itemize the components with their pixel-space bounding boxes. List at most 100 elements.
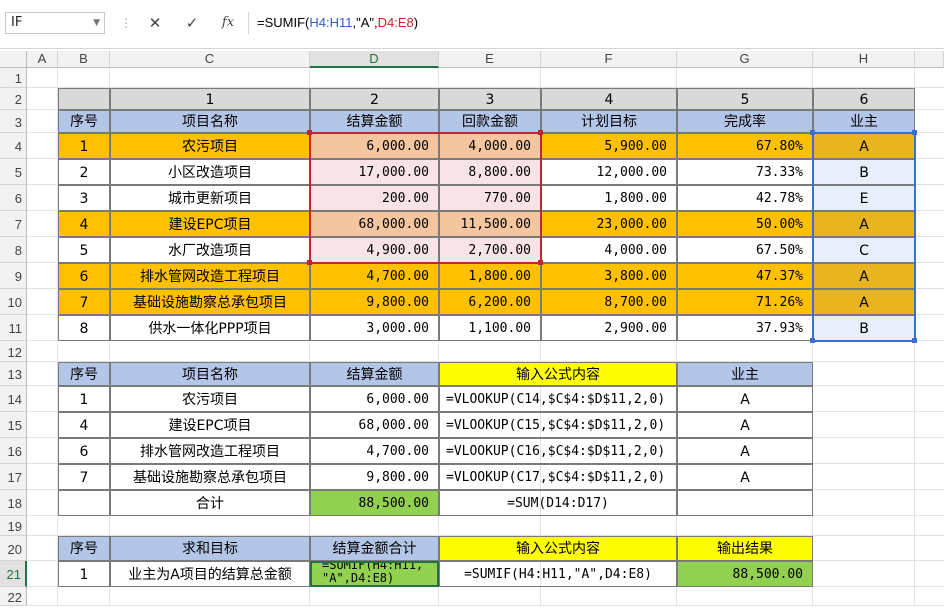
row-header-17[interactable]: 17: [0, 464, 27, 490]
table-header-cell[interactable]: 业主: [813, 110, 915, 133]
table-cell[interactable]: A: [677, 438, 813, 464]
table-cell[interactable]: 1: [58, 386, 110, 412]
table-cell[interactable]: 71.26%: [677, 289, 813, 315]
table-cell[interactable]: 农污项目: [110, 386, 310, 412]
table-header-cell[interactable]: 结算金额: [310, 110, 439, 133]
active-edit-cell[interactable]: =SUMIF(H4:H11, "A",D4:E8): [310, 561, 439, 587]
chevron-down-icon[interactable]: ▼: [93, 13, 100, 33]
index-cell[interactable]: 5: [677, 88, 813, 110]
table-cell[interactable]: 基础设施勘察总承包项目: [110, 464, 310, 490]
table-header-cell[interactable]: 结算金额合计: [310, 536, 439, 561]
table-header-cell[interactable]: 序号: [58, 110, 110, 133]
table-cell[interactable]: 67.50%: [677, 237, 813, 263]
table-cell[interactable]: 67.80%: [677, 133, 813, 159]
project-name-cell[interactable]: 供水一体化PPP项目: [110, 315, 310, 341]
table-cell[interactable]: 排水管网改造工程项目: [110, 438, 310, 464]
table-cell[interactable]: 6,200.00: [439, 289, 541, 315]
table-cell[interactable]: 8,800.00: [439, 159, 541, 185]
insert-function-icon[interactable]: fx: [216, 12, 240, 34]
table-cell[interactable]: 11,500.00: [439, 211, 541, 237]
table-cell[interactable]: 5: [58, 237, 110, 263]
project-name-cell[interactable]: 建设EPC项目: [110, 211, 310, 237]
more-options-icon[interactable]: ⋮: [120, 13, 132, 33]
row-header-8[interactable]: 8: [0, 237, 27, 263]
table-cell[interactable]: =VLOOKUP(C14,$C$4:$D$11,2,0): [439, 386, 677, 412]
table-cell[interactable]: 1: [58, 561, 110, 587]
table-cell[interactable]: B: [813, 159, 915, 185]
row-header-18[interactable]: 18: [0, 490, 27, 516]
row-header-20[interactable]: 20: [0, 536, 27, 561]
row-header-14[interactable]: 14: [0, 386, 27, 412]
table-cell[interactable]: 17,000.00: [310, 159, 439, 185]
project-name-cell[interactable]: 水厂改造项目: [110, 237, 310, 263]
index-cell[interactable]: [58, 88, 110, 110]
table-cell[interactable]: 9,800.00: [310, 464, 439, 490]
table-cell[interactable]: 4,000.00: [541, 237, 677, 263]
column-header-e[interactable]: E: [439, 51, 541, 68]
row-header-2[interactable]: 2: [0, 88, 27, 110]
row-header-10[interactable]: 10: [0, 289, 27, 315]
table-cell[interactable]: 1: [58, 133, 110, 159]
table-cell[interactable]: 1,100.00: [439, 315, 541, 341]
selection-handle[interactable]: [912, 338, 917, 343]
table-header-cell[interactable]: 输入公式内容: [439, 536, 677, 561]
row-header-21[interactable]: 21: [0, 561, 27, 587]
table-cell[interactable]: 6: [58, 263, 110, 289]
project-name-cell[interactable]: 城市更新项目: [110, 185, 310, 211]
column-header-d[interactable]: D: [310, 51, 439, 68]
table-header-cell[interactable]: 项目名称: [110, 362, 310, 386]
output-result-cell[interactable]: 88,500.00: [677, 561, 813, 587]
table-header-cell[interactable]: 输入公式内容: [439, 362, 677, 386]
table-header-cell[interactable]: 计划目标: [541, 110, 677, 133]
table-cell[interactable]: 1,800.00: [439, 263, 541, 289]
table-cell[interactable]: =VLOOKUP(C16,$C$4:$D$11,2,0): [439, 438, 677, 464]
selection-handle[interactable]: [307, 260, 312, 265]
project-name-cell[interactable]: 基础设施勘察总承包项目: [110, 289, 310, 315]
table-header-cell[interactable]: 序号: [58, 536, 110, 561]
selection-handle[interactable]: [912, 130, 917, 135]
total-formula[interactable]: =SUM(D14:D17): [439, 490, 677, 516]
project-name-cell[interactable]: 农污项目: [110, 133, 310, 159]
table-cell[interactable]: 3: [58, 185, 110, 211]
project-name-cell[interactable]: 小区改造项目: [110, 159, 310, 185]
table-cell[interactable]: 2,700.00: [439, 237, 541, 263]
index-cell[interactable]: 6: [813, 88, 915, 110]
selection-handle[interactable]: [810, 338, 815, 343]
table-cell[interactable]: A: [813, 289, 915, 315]
row-header-1[interactable]: 1: [0, 68, 27, 88]
table-header-cell[interactable]: 结算金额: [310, 362, 439, 386]
table-header-cell[interactable]: 输出结果: [677, 536, 813, 561]
column-header-f[interactable]: F: [541, 51, 677, 68]
table-cell[interactable]: 47.37%: [677, 263, 813, 289]
table-header-cell[interactable]: 业主: [677, 362, 813, 386]
table-cell[interactable]: 73.33%: [677, 159, 813, 185]
project-name-cell[interactable]: 排水管网改造工程项目: [110, 263, 310, 289]
row-header-9[interactable]: 9: [0, 263, 27, 289]
table-cell[interactable]: 6: [58, 438, 110, 464]
table-cell[interactable]: A: [813, 133, 915, 159]
table-cell[interactable]: 4,700.00: [310, 438, 439, 464]
table-header-cell[interactable]: 回款金额: [439, 110, 541, 133]
table-cell[interactable]: 2: [58, 159, 110, 185]
row-header-19[interactable]: 19: [0, 516, 27, 536]
table-cell[interactable]: A: [677, 464, 813, 490]
table-cell[interactable]: 1,800.00: [541, 185, 677, 211]
column-header-c[interactable]: C: [110, 51, 310, 68]
table-cell[interactable]: [677, 490, 813, 516]
total-value[interactable]: 88,500.00: [310, 490, 439, 516]
total-label[interactable]: 合计: [110, 490, 310, 516]
row-header-13[interactable]: 13: [0, 362, 27, 386]
row-header-11[interactable]: 11: [0, 315, 27, 341]
table-cell[interactable]: B: [813, 315, 915, 341]
row-header-7[interactable]: 7: [0, 211, 27, 237]
table-cell[interactable]: 建设EPC项目: [110, 412, 310, 438]
table-cell[interactable]: 8,700.00: [541, 289, 677, 315]
table-cell[interactable]: A: [677, 386, 813, 412]
table-cell[interactable]: 8: [58, 315, 110, 341]
table-cell[interactable]: 4,700.00: [310, 263, 439, 289]
table-cell[interactable]: A: [813, 211, 915, 237]
selection-handle[interactable]: [538, 260, 543, 265]
table-cell[interactable]: 业主为A项目的结算总金额: [110, 561, 310, 587]
row-header-3[interactable]: 3: [0, 110, 27, 133]
name-box[interactable]: IF ▼: [5, 12, 105, 34]
